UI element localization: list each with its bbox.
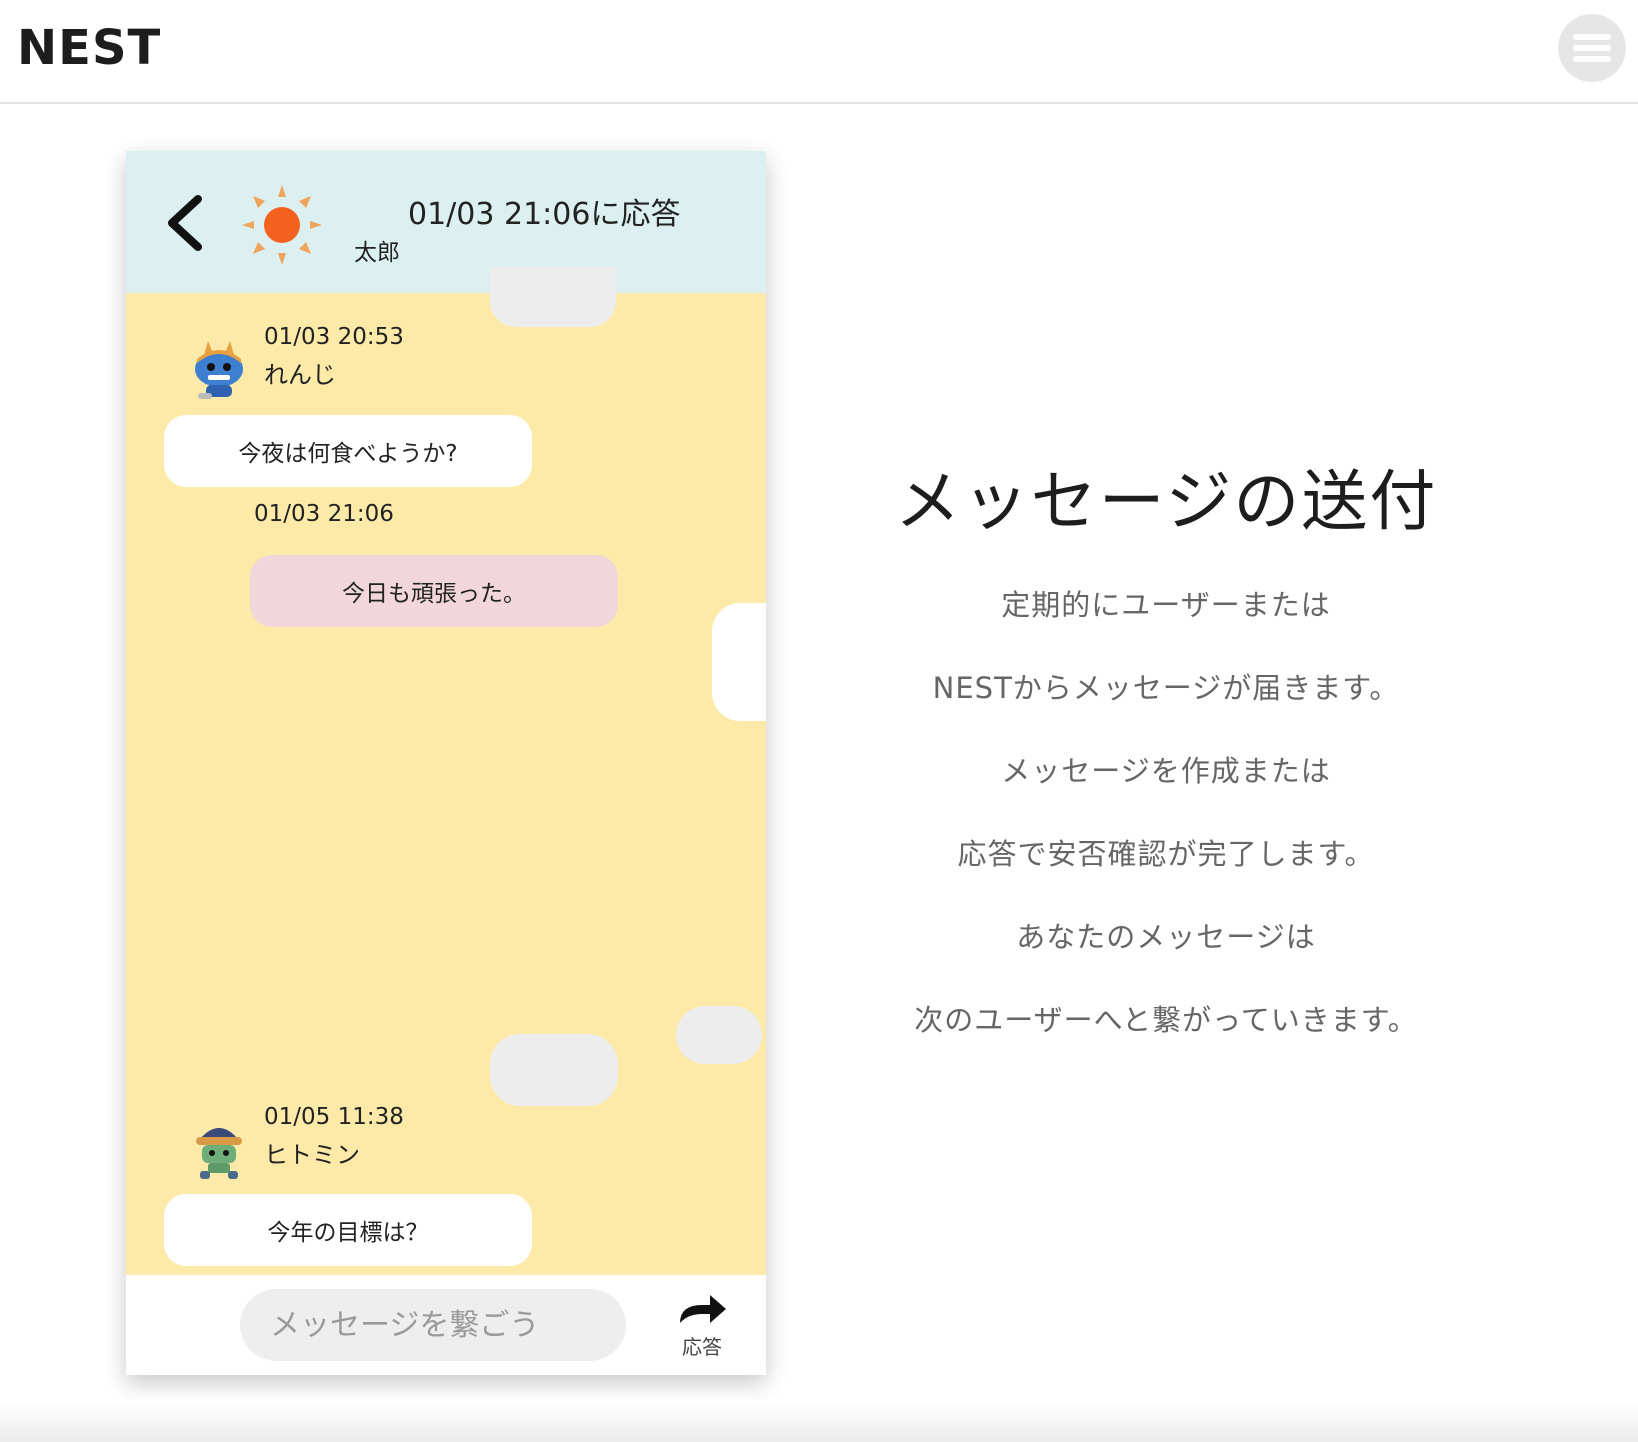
top-bar: NEST	[0, 0, 1638, 104]
decorative-cloud	[676, 1006, 762, 1064]
message-input[interactable]	[240, 1289, 626, 1361]
decorative-cloud	[490, 1034, 618, 1106]
message-time: 01/03 20:53	[264, 324, 404, 350]
message-bubble[interactable]: 今年の目標は？	[164, 1194, 532, 1266]
feature-description-line: NESTからメッセージが届きます。	[932, 671, 1400, 705]
feature-description-line: 次のユーザーへと繋がっていきます。	[914, 1003, 1418, 1037]
robot-character-icon	[196, 1128, 242, 1179]
decorative-cloud	[490, 267, 616, 327]
feature-description-line: メッセージを作成または	[1001, 754, 1331, 788]
feature-title: メッセージの送付	[894, 463, 1438, 540]
chat-user-name: 太郎	[354, 240, 400, 266]
nest-logo[interactable]: NEST	[17, 20, 161, 76]
message-user: ヒトミン	[264, 1141, 360, 1169]
message-bubble[interactable]: 今夜は何食べようか?	[164, 415, 532, 487]
message-time: 01/03 21:06	[254, 501, 394, 527]
reply-arrow-icon	[680, 1295, 726, 1323]
phone-mockup: 01/03 21:06に応答 太郎 01/03 20:53 れんじ 今夜は何食べ…	[126, 151, 766, 1375]
hamburger-icon	[1573, 34, 1611, 40]
message-user: れんじ	[264, 361, 336, 389]
reply-button[interactable]: 応答	[672, 1291, 732, 1361]
decorative-cloud	[712, 603, 766, 721]
chevron-left-icon	[168, 195, 202, 251]
bottom-shadow	[0, 1400, 1638, 1442]
oni-character-icon	[195, 341, 243, 399]
sent-message-bubble[interactable]: 今日も頑張った。	[250, 555, 618, 627]
menu-button[interactable]	[1558, 14, 1626, 82]
chat-header: 01/03 21:06に応答 太郎	[126, 151, 766, 293]
feature-description-line: あなたのメッセージは	[1016, 920, 1316, 954]
hamburger-icon-line	[1573, 45, 1611, 51]
message-time: 01/05 11:38	[264, 1104, 404, 1130]
feature-description-line: 応答で安否確認が完了します。	[957, 837, 1375, 871]
back-button[interactable]	[162, 193, 212, 253]
reply-label: 応答	[682, 1335, 722, 1359]
message-input-bar: 応答	[126, 1275, 766, 1375]
sun-icon	[242, 185, 322, 265]
response-time: 01/03 21:06に応答	[408, 197, 681, 232]
feature-description-line: 定期的にユーザーまたは	[1001, 588, 1331, 622]
hamburger-icon-line	[1573, 56, 1611, 62]
